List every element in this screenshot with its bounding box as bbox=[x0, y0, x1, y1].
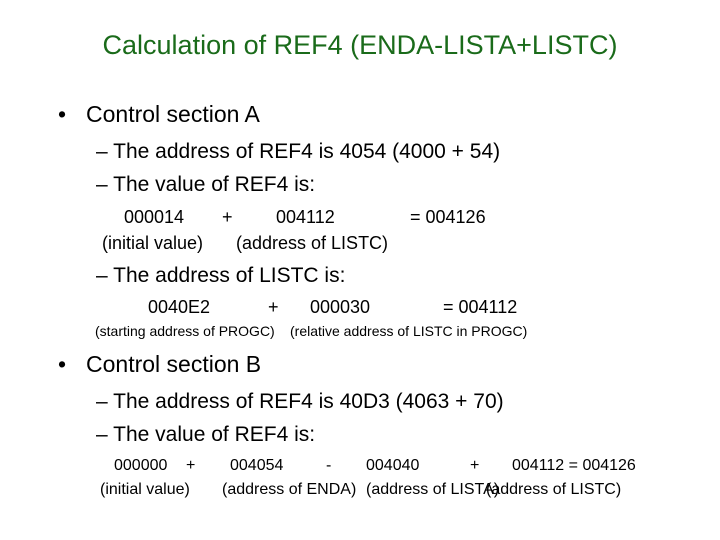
section-a-item-1: – The address of REF4 is 4054 (4000 + 54… bbox=[96, 140, 501, 163]
calc-b-note-1: (initial value) bbox=[100, 481, 190, 498]
addr-calc-note-2: (relative address of LISTC in PROGC) bbox=[290, 323, 528, 339]
calc-b-op-3: + bbox=[470, 457, 480, 474]
calc-a-note-1: (initial value) bbox=[102, 233, 204, 253]
bullet-icon: • bbox=[58, 101, 67, 127]
calc-a-term-2: 004112 bbox=[276, 207, 335, 227]
calc-b-note-2: (address of ENDA) bbox=[222, 481, 357, 498]
section-a-heading: • Control section A bbox=[58, 101, 260, 127]
slide-title: Calculation of REF4 (ENDA-LISTA+LISTC) bbox=[102, 30, 618, 60]
addr-calc-note-1: (starting address of PROGC) bbox=[95, 323, 275, 339]
calc-b-op-2: - bbox=[326, 457, 332, 474]
calc-a-op-1: + bbox=[222, 207, 233, 227]
calc-a-note-2: (address of LISTC) bbox=[236, 233, 389, 253]
calc-b-term-3: 004040 bbox=[366, 457, 420, 474]
section-a-item-3: – The address of LISTC is: bbox=[96, 264, 346, 287]
calc-b-op-1: + bbox=[186, 457, 196, 474]
calc-b-result: 004112 = 004126 bbox=[512, 457, 636, 474]
calc-a-result: = 004126 bbox=[410, 207, 486, 227]
addr-calc-result: = 004112 bbox=[443, 297, 518, 317]
section-b-heading: • Control section B bbox=[58, 351, 262, 377]
addr-calc-op: + bbox=[268, 297, 279, 317]
section-b-item-2: – The value of REF4 is: bbox=[96, 423, 316, 446]
bullet-icon: • bbox=[58, 351, 67, 377]
section-a-item-2: – The value of REF4 is: bbox=[96, 173, 316, 196]
calc-a-term-1: 000014 bbox=[124, 207, 185, 227]
calc-b-note-3: (address of LISTA) bbox=[366, 481, 500, 498]
addr-calc-term-1: 0040E2 bbox=[148, 297, 211, 317]
calc-b-note-4: (address of LISTC) bbox=[486, 481, 622, 498]
calc-b-term-2: 004054 bbox=[230, 457, 284, 474]
addr-calc-term-2: 000030 bbox=[310, 297, 371, 317]
section-b-item-1: – The address of REF4 is 40D3 (4063 + 70… bbox=[96, 390, 504, 413]
calc-b-term-1: 000000 bbox=[114, 457, 168, 474]
